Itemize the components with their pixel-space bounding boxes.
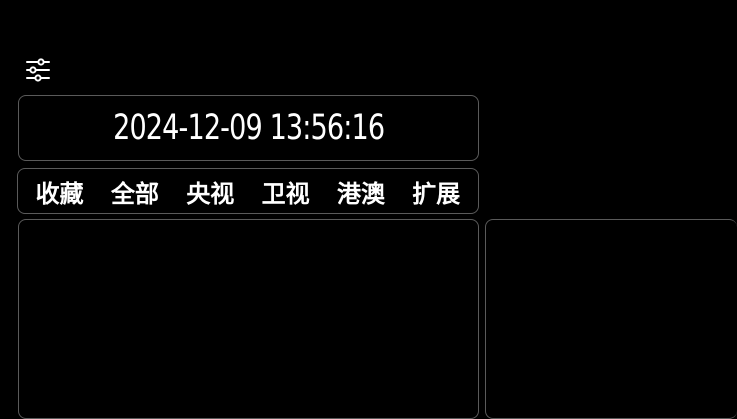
tab-satellite[interactable]: 卫视 (260, 174, 312, 209)
sliders-icon (24, 56, 52, 84)
channel-list-panel[interactable] (18, 219, 479, 419)
tab-favorites[interactable]: 收藏 (34, 174, 86, 209)
detail-panel[interactable] (485, 219, 737, 419)
tab-cctv[interactable]: 央视 (184, 174, 236, 209)
tab-all[interactable]: 全部 (109, 174, 161, 209)
tab-hk-macau[interactable]: 港澳 (335, 174, 387, 209)
tab-extension[interactable]: 扩展 (410, 174, 462, 209)
clock-datetime: 2024-12-09 13:56:16 (112, 108, 385, 148)
category-tabs: 收藏 全部 央视 卫视 港澳 扩展 (17, 168, 479, 214)
settings-button[interactable] (22, 54, 54, 86)
clock-panel: 2024-12-09 13:56:16 (18, 95, 479, 161)
